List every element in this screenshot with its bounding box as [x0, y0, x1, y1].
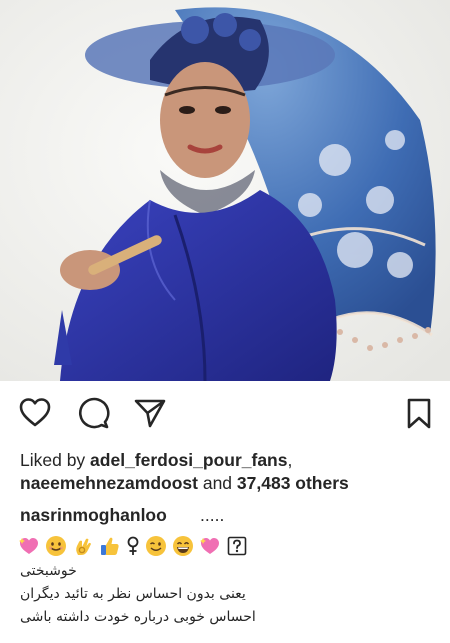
likes-separator: , — [287, 450, 293, 470]
ok-hand-icon — [76, 538, 91, 555]
post-image[interactable] — [0, 0, 450, 381]
sparkling-heart-icon — [200, 538, 219, 554]
caption-line-3: احساس خوبی درباره خودت داشته باشی — [20, 609, 256, 625]
likes-prefix: Liked by — [20, 450, 91, 470]
paper-plane-icon[interactable] — [133, 396, 167, 430]
liker-username-1[interactable]: adel_ferdosi_pour_fans — [90, 450, 287, 470]
likes-middle: and — [197, 473, 237, 493]
winking-face-icon — [146, 536, 166, 556]
caption-emoji-row — [18, 533, 253, 559]
caption-username[interactable]: nasrinmoghanloo — [20, 505, 167, 526]
caption-ellipsis: ..... — [200, 505, 225, 525]
comment-bubble-icon[interactable] — [76, 396, 110, 430]
action-bar — [0, 388, 450, 438]
likes-summary: Liked by adel_ferdosi_pour_fans, naeemeh… — [20, 449, 440, 495]
caption-text: خوشبختی یعنی بدون احساس نظر به تائید دیگ… — [20, 560, 440, 629]
caption-line-2: یعنی بدون احساس نظر به تائید دیگران — [20, 586, 246, 602]
liker-username-2[interactable]: naeemehnezamdoost — [20, 473, 198, 493]
smiling-face-icon — [46, 536, 66, 556]
heart-icon[interactable] — [18, 396, 52, 430]
caption-line-1: خوشبختی — [20, 563, 77, 579]
female-sign-icon — [127, 536, 139, 555]
likes-count-link[interactable]: 37,483 others — [237, 473, 349, 493]
question-mark-box-icon — [227, 536, 247, 556]
post-photo — [0, 0, 450, 381]
grinning-face-icon — [173, 536, 193, 556]
sparkling-heart-icon — [19, 538, 38, 554]
thumbs-up-icon — [101, 537, 119, 555]
bookmark-icon[interactable] — [402, 396, 436, 430]
